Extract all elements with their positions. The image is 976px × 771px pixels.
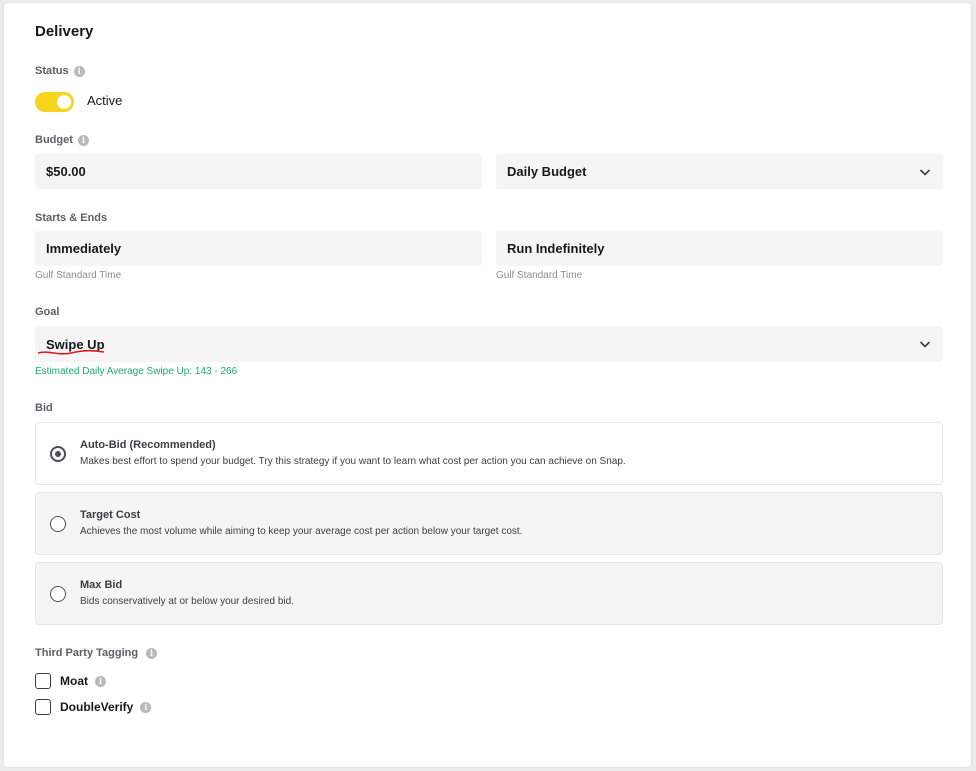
budget-amount-input[interactable]: $50.00 — [35, 154, 482, 189]
goal-label-row: Goal — [35, 306, 59, 318]
radio-unselected[interactable] — [50, 586, 66, 602]
section-title: Delivery — [35, 23, 94, 40]
status-label: Status — [35, 65, 69, 77]
tagging-label-row: Third Party Tagging i — [35, 647, 158, 659]
budget-type-value: Daily Budget — [507, 164, 587, 179]
schedule-label-row: Starts & Ends — [35, 212, 107, 224]
status-toggle-label: Active — [87, 93, 123, 108]
bid-label: Bid — [35, 402, 53, 414]
doubleverify-label: DoubleVerify — [60, 700, 134, 714]
info-icon[interactable]: i — [95, 675, 106, 687]
checkbox-row-doubleverify: DoubleVerify i — [35, 699, 152, 715]
budget-label: Budget — [35, 134, 73, 146]
toggle-knob — [57, 95, 71, 109]
info-icon[interactable]: i — [77, 134, 89, 146]
status-label-row: Status i — [35, 65, 85, 77]
goal-select[interactable]: Swipe Up — [35, 326, 943, 362]
start-timezone: Gulf Standard Time — [35, 270, 122, 281]
end-date-input[interactable]: Run Indefinitely — [496, 231, 943, 266]
chevron-down-icon — [919, 168, 931, 176]
option-title: Auto-Bid (Recommended) — [80, 439, 216, 451]
moat-label: Moat — [60, 674, 88, 688]
doubleverify-checkbox[interactable] — [35, 699, 51, 715]
bid-option-target-cost[interactable]: Target Cost Achieves the most volume whi… — [35, 492, 943, 555]
info-icon[interactable]: i — [73, 65, 85, 77]
option-description: Makes best effort to spend your budget. … — [80, 456, 626, 467]
end-timezone: Gulf Standard Time — [496, 270, 583, 281]
option-description: Bids conservatively at or below your des… — [80, 596, 294, 607]
start-date-value: Immediately — [46, 241, 122, 256]
goal-label: Goal — [35, 306, 60, 318]
end-date-value: Run Indefinitely — [507, 241, 605, 256]
schedule-label: Starts & Ends — [35, 212, 108, 224]
chevron-down-icon — [919, 341, 931, 348]
start-date-input[interactable]: Immediately — [35, 231, 482, 266]
goal-estimate: Estimated Daily Average Swipe Up: 143 - … — [35, 366, 238, 377]
tagging-label: Third Party Tagging — [35, 647, 139, 659]
red-underline-annotation — [37, 349, 105, 355]
budget-amount-value: $50.00 — [46, 164, 86, 179]
info-icon[interactable]: i — [146, 647, 158, 659]
budget-type-select[interactable]: Daily Budget — [496, 154, 943, 189]
bid-label-row: Bid — [35, 402, 53, 414]
radio-unselected[interactable] — [50, 516, 66, 532]
budget-label-row: Budget i — [35, 134, 89, 146]
moat-checkbox[interactable] — [35, 673, 51, 689]
bid-option-auto-bid[interactable]: Auto-Bid (Recommended) Makes best effort… — [35, 422, 943, 485]
option-description: Achieves the most volume while aiming to… — [80, 526, 523, 537]
bid-option-max-bid[interactable]: Max Bid Bids conservatively at or below … — [35, 562, 943, 625]
radio-selected[interactable] — [50, 446, 66, 462]
option-title: Max Bid — [80, 579, 123, 591]
status-toggle[interactable] — [35, 92, 74, 112]
info-icon[interactable]: i — [140, 701, 152, 713]
checkbox-row-moat: Moat i — [35, 673, 106, 689]
option-title: Target Cost — [80, 509, 141, 521]
